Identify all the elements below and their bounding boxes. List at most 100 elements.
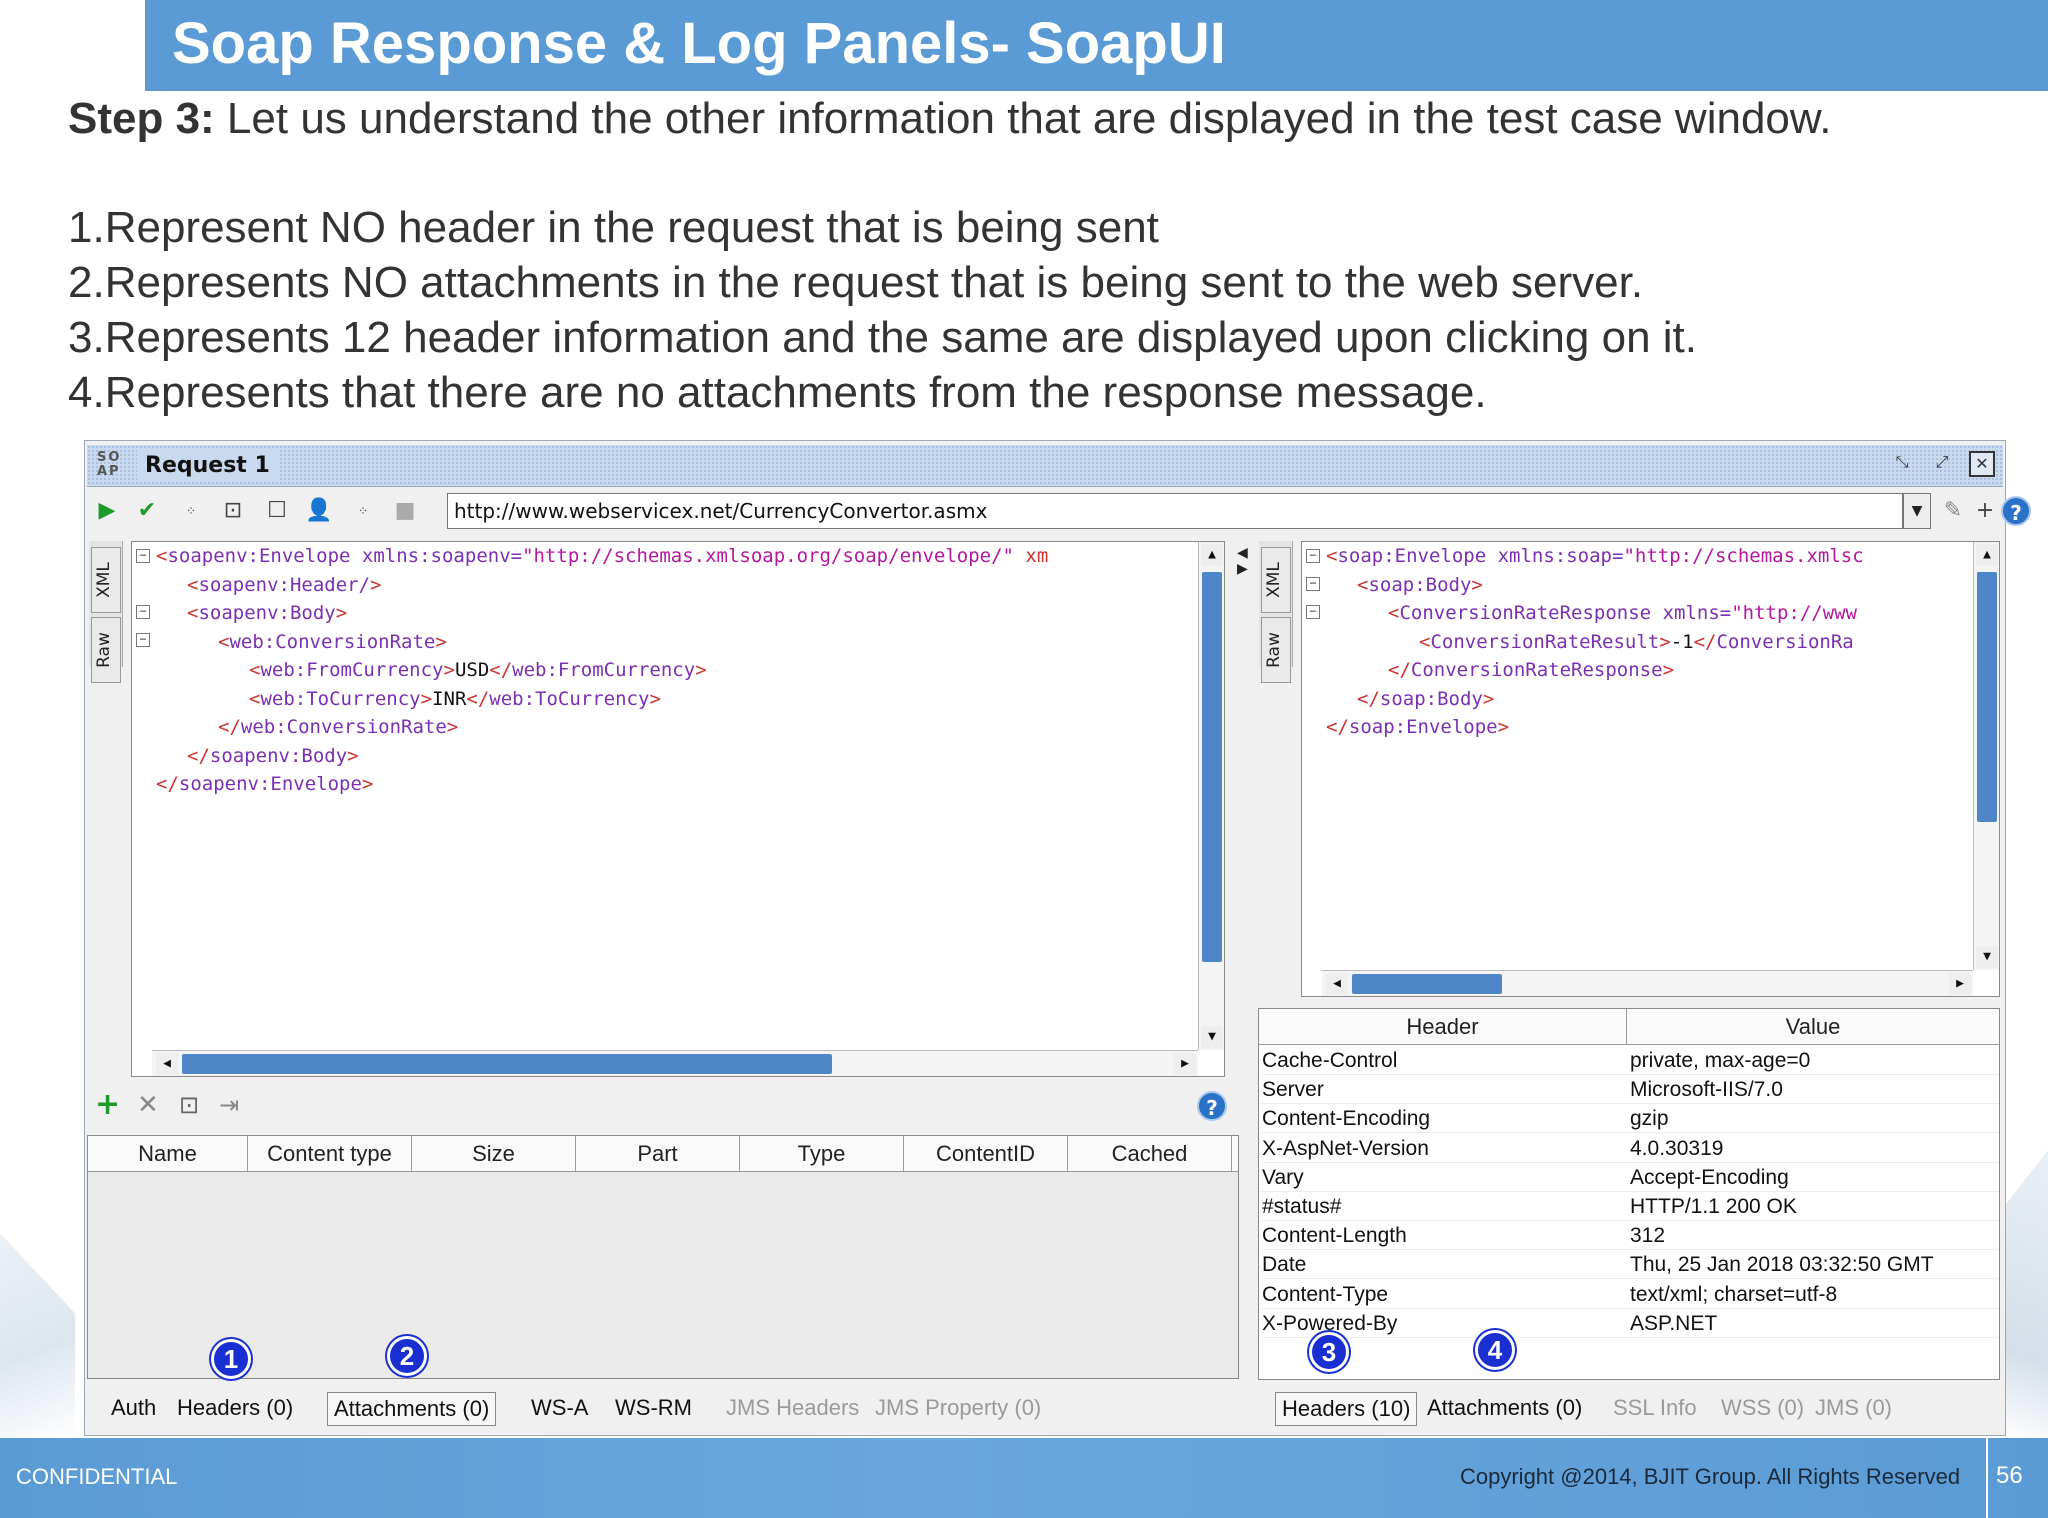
- tab-jms-property-0[interactable]: JMS Property (0): [869, 1392, 1047, 1424]
- format-icon[interactable]: ⊡: [219, 497, 247, 525]
- view-attachment-icon[interactable]: ⊡: [179, 1090, 199, 1120]
- user-icon[interactable]: 👤: [305, 497, 333, 525]
- scroll-thumb[interactable]: [182, 1054, 832, 1074]
- scroll-left-icon[interactable]: ◀: [1326, 973, 1348, 995]
- endpoint-dropdown-icon[interactable]: ▼: [1903, 493, 1931, 529]
- scroll-up-icon[interactable]: ▲: [1201, 544, 1223, 566]
- fold-toggle-icon[interactable]: −: [136, 633, 150, 647]
- maximize-icon[interactable]: ⤢: [1929, 451, 1955, 477]
- column-header-name[interactable]: Name: [88, 1136, 248, 1172]
- soap-version-icon[interactable]: ⁘: [349, 497, 377, 525]
- code-line: <ConversionRateResponse xmlns="http://ww…: [1388, 599, 1857, 627]
- tab-attachments-0[interactable]: Attachments (0): [1421, 1392, 1588, 1424]
- header-value: Thu, 25 Jan 2018 03:32:50 GMT: [1630, 1253, 1934, 1277]
- scroll-right-icon[interactable]: ▶: [1174, 1053, 1196, 1075]
- column-header-contentid[interactable]: ContentID: [904, 1136, 1068, 1172]
- table-row[interactable]: X-Powered-By ASP.NET: [1259, 1309, 1999, 1338]
- table-row[interactable]: Cache-Control private, max-age=0: [1259, 1046, 1999, 1075]
- tab-headers-10[interactable]: Headers (10): [1275, 1392, 1418, 1426]
- code-token: soapenv:Header/: [198, 573, 371, 596]
- table-row[interactable]: X-AspNet-Version 4.0.30319: [1259, 1134, 1999, 1163]
- column-header-type[interactable]: Type: [740, 1136, 904, 1172]
- scroll-thumb[interactable]: [1352, 974, 1502, 994]
- edit-endpoint-icon[interactable]: ✎: [1939, 497, 1967, 525]
- code-token: soapenv:Envelope: [167, 545, 351, 567]
- export-attachment-icon[interactable]: ⇥: [219, 1090, 239, 1120]
- fold-toggle-icon[interactable]: −: [136, 605, 150, 619]
- column-header-value[interactable]: Value: [1627, 1009, 1999, 1045]
- help-icon[interactable]: ?: [1197, 1091, 1227, 1121]
- tab-raw[interactable]: Raw: [1261, 617, 1291, 683]
- code-token: <: [1388, 602, 1400, 624]
- fold-toggle-icon[interactable]: −: [1306, 605, 1320, 619]
- tab-ws-rm[interactable]: WS-RM: [609, 1392, 698, 1424]
- tab-jms-headers[interactable]: JMS Headers: [720, 1392, 865, 1424]
- fold-toggle-icon[interactable]: −: [1306, 577, 1320, 591]
- header-name: Server: [1262, 1078, 1324, 1102]
- response-headers-table: Header Value Cache-Control private, max-a…: [1258, 1008, 2000, 1380]
- tab-auth[interactable]: Auth: [105, 1392, 162, 1424]
- code-line: <soapenv:Header/>: [187, 571, 382, 599]
- soap-logo-icon: SO AP: [97, 450, 122, 479]
- column-header-header[interactable]: Header: [1259, 1009, 1627, 1045]
- tab-attachments-0[interactable]: Attachments (0): [327, 1392, 497, 1426]
- code-token: >: [335, 602, 348, 624]
- code-line: <web:ConversionRate>: [218, 628, 447, 656]
- tab-xml[interactable]: XML: [91, 547, 121, 613]
- table-row[interactable]: Content-Type text/xml; charset=utf-8: [1259, 1280, 1999, 1309]
- scroll-down-icon[interactable]: ▼: [1201, 1026, 1223, 1048]
- tab-wss-0[interactable]: WSS (0): [1715, 1392, 1810, 1424]
- stop-icon[interactable]: ☐: [263, 497, 291, 525]
- response-view-tabs: XML Raw: [1259, 541, 1293, 683]
- tab-ws-a[interactable]: WS-A: [525, 1392, 594, 1424]
- split-arrows-icon[interactable]: ◀ ▶: [1237, 545, 1248, 577]
- request-xml-editor[interactable]: − − − <soapenv:Envelope xmlns:soapenv="h…: [131, 541, 1225, 1077]
- table-row[interactable]: #status# HTTP/1.1 200 OK: [1259, 1192, 1999, 1221]
- fold-toggle-icon[interactable]: −: [1306, 549, 1320, 563]
- request-horizontal-scrollbar[interactable]: ◀ ▶: [152, 1050, 1198, 1076]
- scroll-down-icon[interactable]: ▼: [1976, 946, 1998, 968]
- scroll-up-icon[interactable]: ▲: [1976, 544, 1998, 566]
- tab-raw[interactable]: Raw: [91, 617, 121, 683]
- table-row[interactable]: Content-Encoding gzip: [1259, 1104, 1999, 1134]
- response-xml-editor[interactable]: − − − <soap:Envelope xmlns:soap="http://…: [1301, 541, 2000, 997]
- detach-icon[interactable]: ⤡: [1889, 451, 1915, 477]
- table-row[interactable]: Vary Accept-Encoding: [1259, 1163, 1999, 1192]
- run-icon[interactable]: ▶: [93, 497, 121, 525]
- code-line: <soapenv:Envelope xmlns:soapenv="http://…: [156, 542, 1048, 570]
- add-assertion-icon[interactable]: ✔: [133, 497, 161, 525]
- column-header-part[interactable]: Part: [576, 1136, 740, 1172]
- code-token: <: [1357, 573, 1369, 596]
- tab-headers-0[interactable]: Headers (0): [171, 1392, 299, 1424]
- window-title: Request 1: [137, 449, 278, 482]
- code-token: soap:Envelope: [1337, 545, 1487, 567]
- tab-ssl-info[interactable]: SSL Info: [1607, 1392, 1703, 1424]
- code-token: </: [1693, 630, 1717, 653]
- add-icon[interactable]: +: [1971, 497, 1999, 525]
- soap-action-icon[interactable]: ⁘: [177, 497, 205, 525]
- code-token: </: [218, 716, 241, 738]
- add-attachment-icon[interactable]: +: [95, 1090, 120, 1120]
- tab-xml[interactable]: XML: [1261, 547, 1291, 613]
- tab-jms-0[interactable]: JMS (0): [1809, 1392, 1898, 1424]
- remove-attachment-icon[interactable]: ✕: [137, 1090, 159, 1120]
- scroll-left-icon[interactable]: ◀: [156, 1053, 178, 1075]
- scroll-right-icon[interactable]: ▶: [1949, 973, 1971, 995]
- column-header-size[interactable]: Size: [412, 1136, 576, 1172]
- table-row[interactable]: Server Microsoft-IIS/7.0: [1259, 1075, 1999, 1105]
- table-row[interactable]: Date Thu, 25 Jan 2018 03:32:50 GMT: [1259, 1250, 1999, 1280]
- request-vertical-scrollbar[interactable]: ▲ ▼: [1198, 542, 1224, 1050]
- close-icon[interactable]: ✕: [1969, 451, 1995, 477]
- code-token: >: [347, 744, 359, 767]
- response-vertical-scrollbar[interactable]: ▲ ▼: [1973, 542, 1999, 970]
- response-horizontal-scrollbar[interactable]: ◀ ▶: [1322, 970, 1973, 996]
- column-header-cached[interactable]: Cached: [1068, 1136, 1232, 1172]
- endpoint-url-input[interactable]: http://www.webservicex.net/CurrencyConve…: [447, 493, 1903, 529]
- table-row[interactable]: Content-Length 312: [1259, 1221, 1999, 1251]
- column-header-content-type[interactable]: Content type: [248, 1136, 412, 1172]
- fold-toggle-icon[interactable]: −: [136, 549, 150, 563]
- help-icon[interactable]: ?: [2001, 496, 2031, 526]
- scroll-thumb[interactable]: [1202, 572, 1222, 962]
- request-bottom-tabs: Auth Headers (0) Attachments (0) WS-A WS-RM J…: [105, 1386, 1235, 1430]
- scroll-thumb[interactable]: [1977, 572, 1997, 822]
